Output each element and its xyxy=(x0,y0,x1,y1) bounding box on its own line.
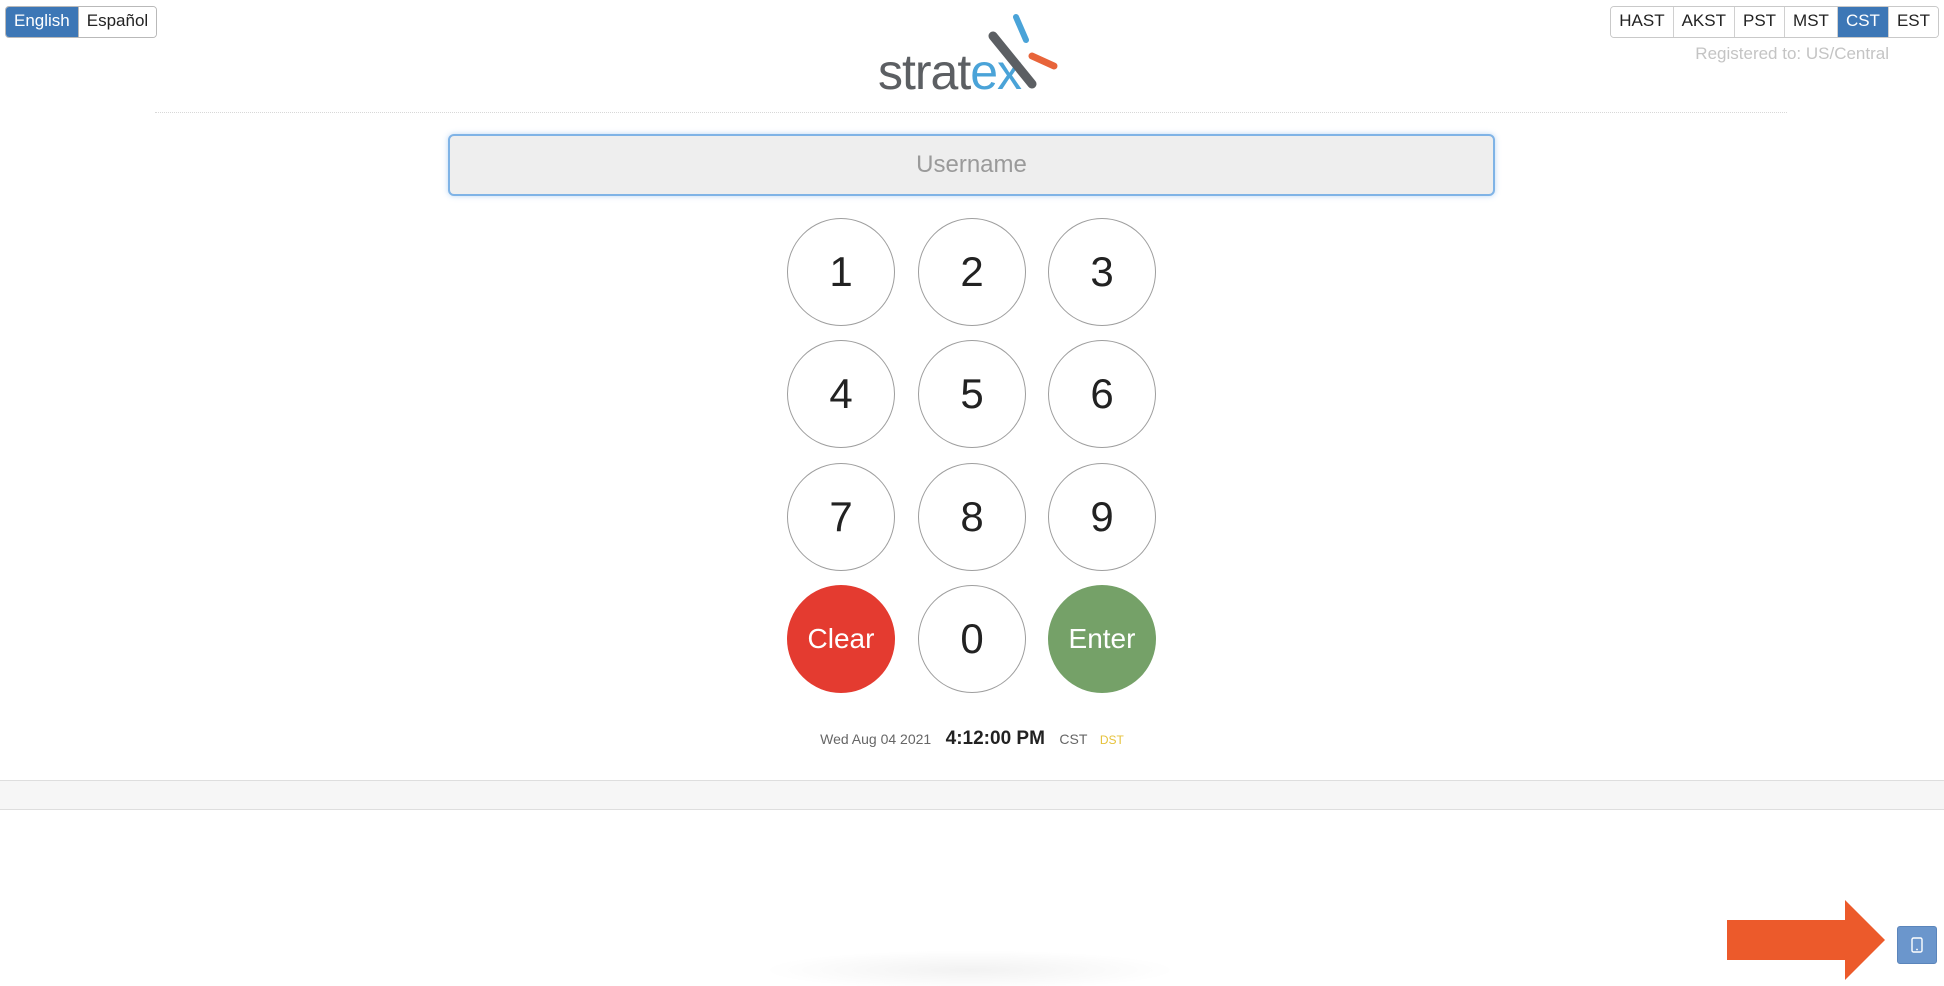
timezone-option-mst[interactable]: MST xyxy=(1784,7,1837,37)
keypad-button-0[interactable]: 0 xyxy=(918,585,1026,693)
keypad-button-9[interactable]: 9 xyxy=(1048,463,1156,571)
enter-button[interactable]: Enter xyxy=(1048,585,1156,693)
keypad-button-8[interactable]: 8 xyxy=(918,463,1026,571)
clock-display: Wed Aug 04 2021 4:12:00 PM CST DST xyxy=(0,728,1944,750)
footer-band xyxy=(0,780,1944,810)
stratex-logo: stratex xyxy=(878,12,1068,100)
tablet-icon xyxy=(1911,937,1923,953)
tablet-mode-button[interactable] xyxy=(1897,926,1937,964)
clock-dst-indicator: DST xyxy=(1099,733,1124,747)
clock-time: 4:12:00 PM xyxy=(945,728,1045,749)
timezone-option-est[interactable]: EST xyxy=(1887,7,1938,37)
keypad-button-3[interactable]: 3 xyxy=(1048,218,1156,326)
timezone-option-akst[interactable]: AKST xyxy=(1672,7,1734,37)
keypad-button-2[interactable]: 2 xyxy=(918,218,1026,326)
header-divider xyxy=(155,112,1787,113)
timezone-selector: HAST AKST PST MST CST EST xyxy=(1610,6,1939,38)
keypad-button-6[interactable]: 6 xyxy=(1048,340,1156,448)
clear-button[interactable]: Clear xyxy=(787,585,895,693)
clock-timezone: CST xyxy=(1059,731,1088,747)
logo-mark-icon xyxy=(988,14,1058,89)
language-selector: English Español xyxy=(5,6,158,38)
clock-date: Wed Aug 04 2021 xyxy=(820,731,932,747)
language-option-english[interactable]: English xyxy=(6,7,78,37)
timezone-option-cst[interactable]: CST xyxy=(1836,7,1888,37)
timezone-option-pst[interactable]: PST xyxy=(1733,7,1785,37)
username-input[interactable] xyxy=(448,134,1495,196)
keypad-button-7[interactable]: 7 xyxy=(787,463,895,571)
keypad-button-4[interactable]: 4 xyxy=(787,340,895,448)
language-option-espanol[interactable]: Español xyxy=(77,7,157,37)
timezone-option-hast[interactable]: HAST xyxy=(1611,7,1673,37)
keypad-button-1[interactable]: 1 xyxy=(787,218,895,326)
registered-timezone-text: Registered to: US/Central xyxy=(1695,44,1889,63)
keypad-button-5[interactable]: 5 xyxy=(918,340,1026,448)
bottom-shadow xyxy=(760,950,1180,986)
arrow-right-icon xyxy=(1727,900,1885,980)
